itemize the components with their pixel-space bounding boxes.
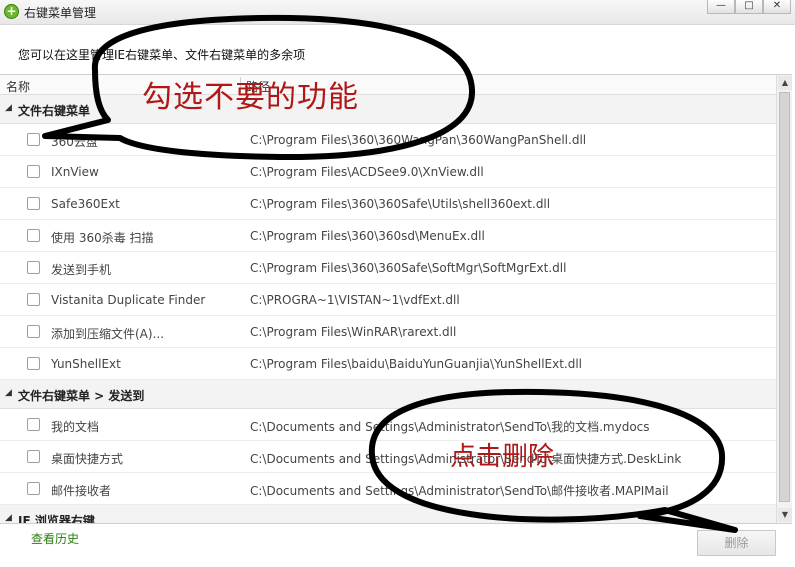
item-checkbox[interactable] (27, 197, 40, 210)
scroll-up-arrow-icon[interactable]: ▲ (778, 76, 792, 90)
minimize-button[interactable]: — (707, 0, 735, 14)
item-path: C:\Program Files\360\360sd\MenuEx.dll (250, 229, 485, 243)
list-item[interactable]: 我的文档 C:\Documents and Settings\Administra… (0, 409, 776, 441)
item-checkbox[interactable] (27, 229, 40, 242)
item-checkbox[interactable] (27, 357, 40, 370)
scroll-down-arrow-icon[interactable]: ▼ (778, 508, 792, 522)
column-name-header[interactable]: 名称 (6, 78, 30, 95)
item-checkbox[interactable] (27, 261, 40, 274)
collapse-triangle-icon[interactable]: ◢ (5, 513, 12, 523)
item-path: C:\Program Files\ACDSee9.0\XnView.dll (250, 165, 484, 179)
scroll-thumb[interactable] (779, 92, 790, 502)
vertical-scrollbar[interactable]: ▲ ▼ (776, 75, 792, 523)
close-button[interactable]: ✕ (763, 0, 791, 14)
item-path: C:\Program Files\360\360Safe\Utils\shell… (250, 197, 551, 211)
item-name: YunShellExt (51, 357, 121, 371)
list-body: ◢ 文件右键菜单 360云盘 C:\Program Files\360\360Wa… (0, 95, 776, 524)
item-name: 添加到压缩文件(A)... (51, 327, 165, 341)
window-title: 右键菜单管理 (24, 6, 97, 20)
item-path: C:\Documents and Settings\Administrator\… (250, 484, 669, 498)
item-name: Vistanita Duplicate Finder (51, 293, 206, 307)
list-item[interactable]: 发送到手机 C:\Program Files\360\360Safe\SoftMg… (0, 252, 776, 284)
group-header[interactable]: ◢ IE 浏览器右键 (0, 505, 776, 524)
list-item[interactable]: 邮件接收者 C:\Documents and Settings\Administr… (0, 473, 776, 505)
page-description: 您可以在这里管理IE右键菜单、文件右键菜单的多余项 (18, 48, 306, 62)
list-item[interactable]: 360云盘 C:\Program Files\360\360WangPan\360… (0, 124, 776, 156)
item-name: 邮件接收者 (51, 484, 112, 498)
list-item[interactable]: Safe360Ext C:\Program Files\360\360Safe\U… (0, 188, 776, 220)
list-item[interactable]: 使用 360杀毒 扫描 C:\Program Files\360\360sd\Me… (0, 220, 776, 252)
delete-button[interactable]: 删除 (697, 530, 776, 556)
group-label: 文件右键菜单 (18, 104, 91, 118)
group-label: IE 浏览器右键 (18, 514, 95, 524)
item-path: C:\PROGRA~1\VISTAN~1\vdfExt.dll (250, 293, 460, 307)
collapse-triangle-icon[interactable]: ◢ (5, 103, 12, 113)
item-name: 使用 360杀毒 扫描 (51, 231, 154, 245)
item-name: 360云盘 (51, 135, 98, 149)
callout-bottom-text: 点击删除 (450, 442, 555, 472)
group-header[interactable]: ◢ 文件右键菜单 (0, 95, 776, 124)
item-name: 我的文档 (51, 420, 100, 434)
view-history-link[interactable]: 查看历史 (31, 530, 79, 547)
item-checkbox[interactable] (27, 325, 40, 338)
group-label: 文件右键菜单 > 发送到 (18, 389, 145, 403)
item-path: C:\Program Files\baidu\BaiduYunGuanjia\Y… (250, 357, 583, 371)
item-name: Safe360Ext (51, 197, 120, 211)
item-name: 发送到手机 (51, 263, 112, 277)
item-name: 桌面快捷方式 (51, 452, 124, 466)
list-item[interactable]: YunShellExt C:\Program Files\baidu\BaiduY… (0, 348, 776, 380)
item-checkbox[interactable] (27, 450, 40, 463)
column-header: 名称 路径 (0, 75, 776, 95)
item-path: C:\Program Files\WinRAR\rarext.dll (250, 325, 457, 339)
item-checkbox[interactable] (27, 418, 40, 431)
context-menu-list: 名称 路径 ◢ 文件右键菜单 360云盘 C:\Program Files\360… (0, 74, 792, 524)
item-checkbox[interactable] (27, 293, 40, 306)
collapse-triangle-icon[interactable]: ◢ (5, 388, 12, 398)
list-item[interactable]: IXnView C:\Program Files\ACDSee9.0\XnView… (0, 156, 776, 188)
maximize-button[interactable]: □ (735, 0, 763, 14)
title-bar: + 右键菜单管理 — □ ✕ (0, 0, 795, 25)
item-path: C:\Documents and Settings\Administrator\… (250, 420, 650, 434)
item-checkbox[interactable] (27, 133, 40, 146)
list-item[interactable]: Vistanita Duplicate Finder C:\PROGRA~1\VI… (0, 284, 776, 316)
item-path: C:\Program Files\360\360Safe\SoftMgr\Sof… (250, 261, 567, 275)
app-plus-icon: + (4, 4, 19, 19)
callout-top-text: 勾选不要的功能 (142, 80, 359, 115)
list-item[interactable]: 桌面快捷方式 C:\Documents and Settings\Administ… (0, 441, 776, 473)
group-header[interactable]: ◢ 文件右键菜单 > 发送到 (0, 380, 776, 409)
item-name: IXnView (51, 165, 99, 179)
item-path: C:\Program Files\360\360WangPan\360WangP… (250, 133, 587, 147)
list-item[interactable]: 添加到压缩文件(A)... C:\Program Files\WinRAR\rar… (0, 316, 776, 348)
item-checkbox[interactable] (27, 482, 40, 495)
item-checkbox[interactable] (27, 165, 40, 178)
